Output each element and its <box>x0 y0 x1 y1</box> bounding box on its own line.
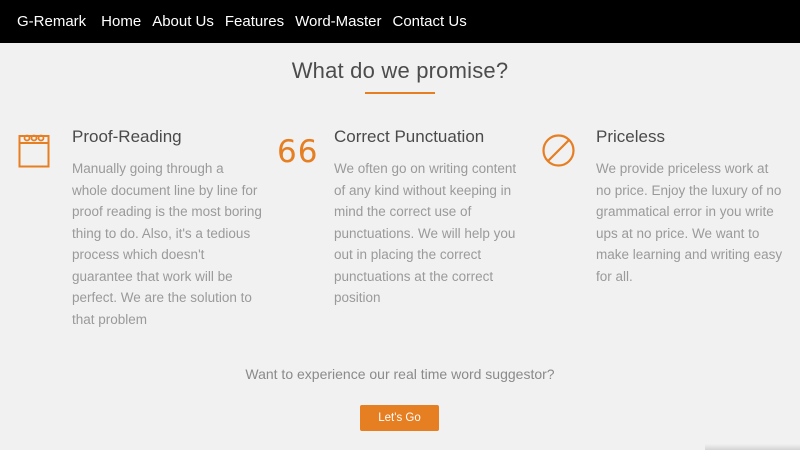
feature-title-correct-punctuation: Correct Punctuation <box>334 127 485 146</box>
nav-links: Home About Us Features Word-Master Conta… <box>101 13 467 30</box>
feature-title-proof-reading: Proof-Reading <box>72 127 182 146</box>
text-line: for all. <box>596 268 633 284</box>
text-line: guarantee that work will be <box>72 268 233 284</box>
text-line: ups at no price. We want to <box>596 225 760 241</box>
text-line: position <box>334 290 381 305</box>
text-line: process which doesn't <box>72 247 205 262</box>
text-line: make learning and writing easy <box>596 247 783 262</box>
text-line: punctuations at the correct <box>334 268 494 284</box>
text-line: proof reading is the most boring <box>72 204 262 219</box>
text-line: We provide priceless work at <box>596 161 769 176</box>
text-line: out in placing the correct <box>334 247 482 262</box>
text-line: that problem <box>72 311 148 327</box>
text-line: of any kind without keeping in <box>334 182 512 198</box>
text-line: mind the correct use of <box>334 204 472 219</box>
nav-link-home[interactable]: Home <box>101 13 141 30</box>
brand-logo[interactable]: G-Remark <box>17 13 86 30</box>
nav-link-features[interactable]: Features <box>225 13 284 30</box>
navbar: G-Remark Home About Us Features Word-Mas… <box>0 0 800 43</box>
quote-icon: 66 <box>277 134 319 170</box>
nav-link-about-us[interactable]: About Us <box>152 13 214 30</box>
text-line: no price. Enjoy the luxury of no <box>596 182 782 198</box>
nav-link-word-master[interactable]: Word-Master <box>295 13 381 30</box>
text-line: grammatical error in you write <box>596 204 774 219</box>
feature-text-proof-reading: Manually going through a whole document … <box>72 158 272 330</box>
lets-go-button[interactable]: Let's Go <box>360 405 439 431</box>
text-line: perfect. We are the solution to <box>72 290 252 305</box>
title-underline <box>365 92 435 94</box>
nav-link-contact-us[interactable]: Contact Us <box>393 13 467 30</box>
text-line: We often go on writing content <box>334 161 517 176</box>
feature-text-correct-punctuation: We often go on writing content of any ki… <box>334 158 534 309</box>
text-line: Manually going through a <box>72 161 224 176</box>
text-line: whole document line by line for <box>72 182 258 198</box>
ban-icon <box>541 133 576 173</box>
text-line: punctuations. We will help you <box>334 225 516 241</box>
feature-title-priceless: Priceless <box>596 127 665 146</box>
cta-text: Want to experience our real time word su… <box>245 366 555 382</box>
corner-shadow <box>705 444 800 450</box>
feature-text-priceless: We provide priceless work at no price. E… <box>596 158 796 287</box>
section-title: What do we promise? <box>291 58 509 83</box>
text-line: thing to do. Also, it's a tedious <box>72 225 251 241</box>
notepad-icon <box>18 131 50 173</box>
